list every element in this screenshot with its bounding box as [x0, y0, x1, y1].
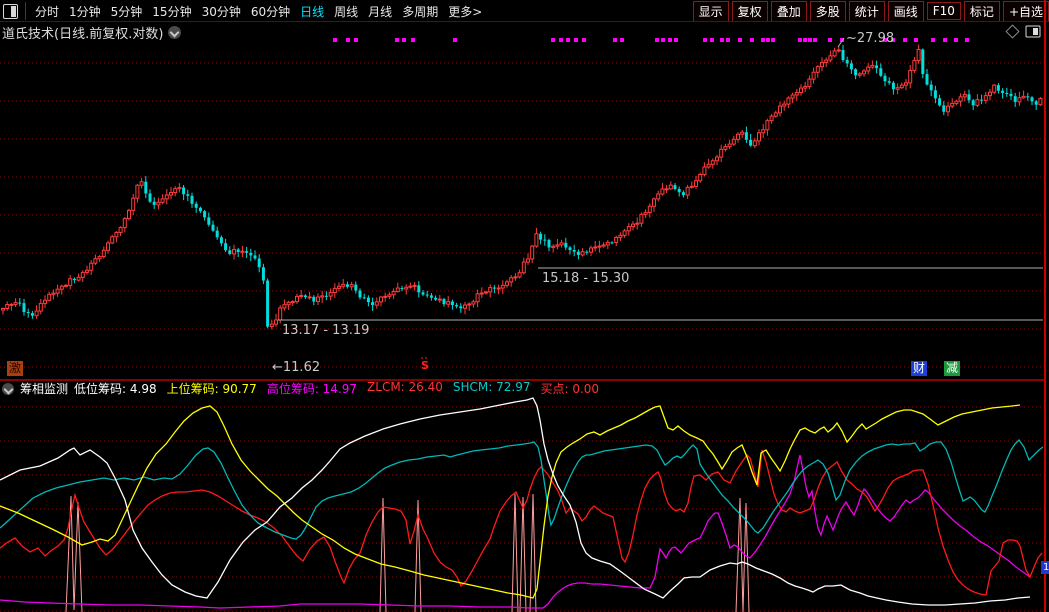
panel-toggle-icon[interactable]: [3, 4, 18, 19]
toolbar-button-6[interactable]: F10: [927, 2, 961, 20]
period-item-1[interactable]: 1分钟: [69, 3, 101, 20]
toolbar-button-5[interactable]: 画线: [888, 1, 924, 22]
period-item-4[interactable]: 30分钟: [202, 3, 241, 20]
chart-badge-0[interactable]: 激: [7, 361, 23, 376]
toolbar-button-2[interactable]: 叠加: [771, 1, 807, 22]
period-item-3[interactable]: 15分钟: [152, 3, 191, 20]
toolbar-periods: 分时 1分钟 5分钟 15分钟 30分钟 60分钟日线周线月线多周期更多>: [30, 3, 487, 20]
indicator-field-5: 买点: 0.00: [540, 380, 599, 397]
toolbar-separator: [25, 2, 26, 20]
period-item-9[interactable]: 多周期: [402, 3, 438, 20]
indicator-chart[interactable]: [0, 396, 1049, 612]
indicator-field-1: 上位筹码: 90.77: [167, 380, 257, 397]
toolbar-button-3[interactable]: 多股: [810, 1, 846, 22]
peak-price-label: ~27.98: [846, 31, 894, 46]
indicator-name[interactable]: 筹相监测: [20, 380, 68, 397]
period-item-6[interactable]: 日线: [300, 3, 324, 20]
period-item-5[interactable]: 60分钟: [251, 3, 290, 20]
toolbar-button-1[interactable]: 复权: [732, 1, 768, 22]
indicator-line-高位筹码: [0, 455, 1030, 608]
chart-badge-2[interactable]: 减: [944, 361, 960, 376]
page-number-badge[interactable]: 1: [1041, 561, 1049, 574]
toolbar-button-0[interactable]: 显示: [693, 1, 729, 22]
indicator-header: 筹相监测 低位筹码: 4.98 上位筹码: 90.77 高位筹码: 14.97 ZLC…: [2, 382, 599, 395]
sell-marker: S: [421, 359, 429, 372]
indicator-field-0: 低位筹码: 4.98: [74, 380, 157, 397]
chevron-down-icon[interactable]: [2, 383, 14, 395]
diamond-icon: [1006, 25, 1019, 38]
toolbar-button-7[interactable]: 标记: [964, 1, 1000, 22]
range-label-2: 13.17 - 13.19: [282, 323, 369, 338]
indicator-field-3: ZLCM: 26.40: [367, 380, 443, 397]
range-label-1: 15.18 - 15.30: [542, 271, 629, 286]
period-item-2[interactable]: 5分钟: [111, 3, 143, 20]
split-square-icon: [1026, 26, 1040, 37]
indicator-field-2: 高位筹码: 14.97: [267, 380, 357, 397]
toolbar-button-4[interactable]: 统计: [849, 1, 885, 22]
period-item-7[interactable]: 周线: [334, 3, 358, 20]
indicator-fields: 低位筹码: 4.98 上位筹码: 90.77 高位筹码: 14.97 ZLCM: 26…: [74, 380, 599, 397]
period-item-10[interactable]: 更多>: [448, 3, 482, 20]
toolbar-buttons: 显示复权叠加多股统计画线F10标记+自选: [693, 1, 1049, 22]
chart-badge-1[interactable]: 财: [911, 361, 927, 376]
toolbar: 分时 1分钟 5分钟 15分钟 30分钟 60分钟日线周线月线多周期更多> 显示复权叠加多…: [0, 0, 1049, 22]
toolbar-button-8[interactable]: +自选: [1003, 1, 1049, 22]
candlestick-chart[interactable]: 15.18 - 15.30 13.17 - 13.19 ~27.98 ←11.62 S: [0, 22, 1049, 381]
indicator-field-4: SHCM: 72.97: [453, 380, 531, 397]
period-item-8[interactable]: 月线: [368, 3, 392, 20]
low-price-label: ←11.62: [272, 360, 320, 375]
period-item-0[interactable]: 分时: [35, 3, 59, 20]
